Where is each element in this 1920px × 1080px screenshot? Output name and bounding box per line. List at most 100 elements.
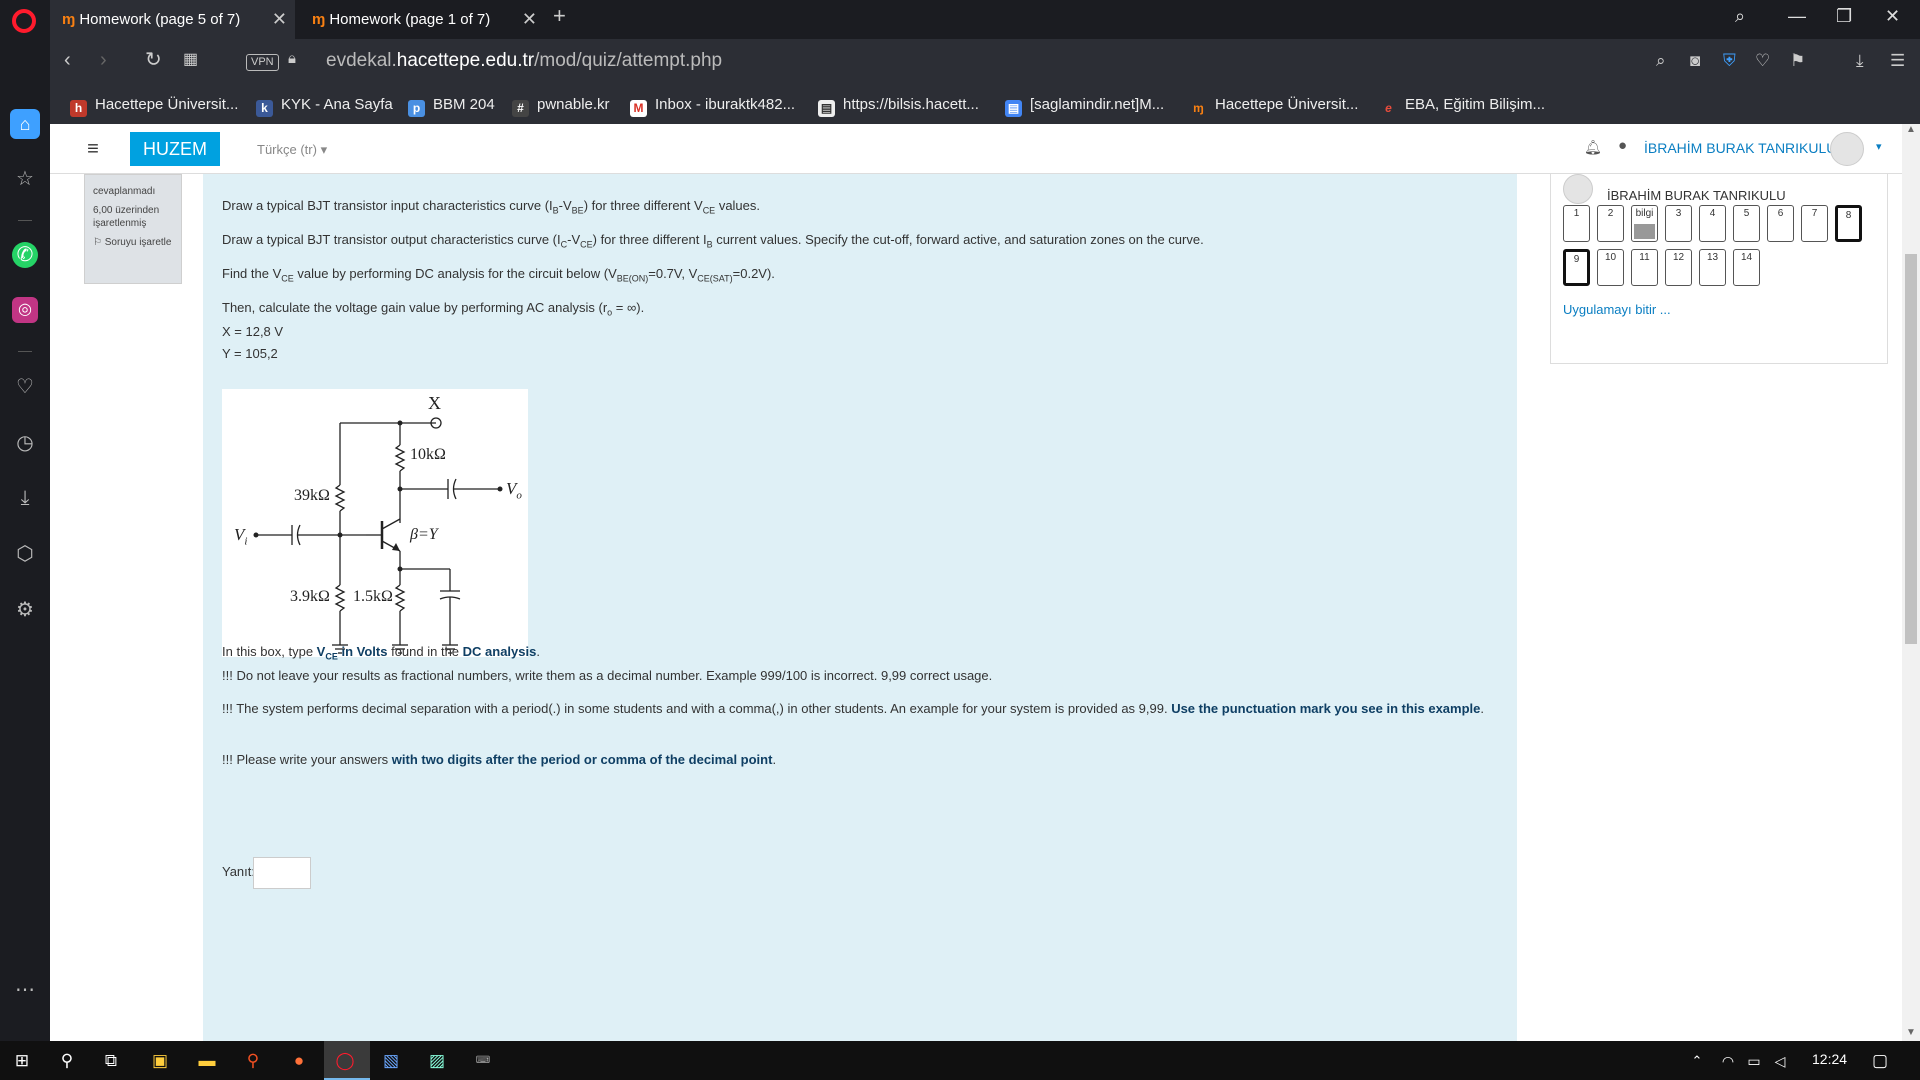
forward-icon[interactable]: ›: [100, 49, 107, 72]
avatar[interactable]: [1830, 132, 1864, 166]
bookmark-hacettepe[interactable]: h Hacettepe Üniversit...: [70, 85, 238, 124]
page-scrollbar[interactable]: ▲ ▼: [1902, 124, 1920, 1041]
whatsapp-icon[interactable]: ✆: [12, 242, 38, 268]
bookmark-label: BBM 204: [433, 96, 495, 113]
volume-icon[interactable]: ◁: [1768, 1049, 1792, 1073]
adblock-shield-icon[interactable]: ⛨: [1723, 51, 1736, 71]
question-button-12[interactable]: 12: [1665, 249, 1692, 286]
history-clock-icon[interactable]: ◷: [12, 430, 38, 456]
url-field[interactable]: evdekal.hacettepe.edu.tr/mod/quiz/attemp…: [326, 50, 722, 72]
store-icon[interactable]: ▣: [148, 1049, 172, 1073]
wifi-icon[interactable]: ◠: [1716, 1049, 1740, 1073]
web-page: ≡ HUZEM Türkçe (tr) ▾ 🔔︎ ● İBRAHİM BURAK…: [50, 124, 1920, 1041]
question-button-14[interactable]: 14: [1733, 249, 1760, 286]
back-icon[interactable]: ‹: [64, 49, 71, 72]
opera-taskbar-icon[interactable]: ◯: [333, 1049, 357, 1073]
minimize-icon[interactable]: —: [1788, 6, 1806, 27]
battery-icon[interactable]: ▭: [1742, 1049, 1766, 1073]
question-line-2: Draw a typical BJT transistor output cha…: [222, 232, 1204, 250]
restore-icon[interactable]: ❐: [1836, 6, 1852, 27]
url-path: /mod/quiz/attempt.php: [534, 50, 723, 71]
instagram-icon[interactable]: ◎: [12, 297, 38, 323]
bookmark-pwnable[interactable]: # pwnable.kr: [512, 85, 610, 124]
visual-studio-icon[interactable]: ▧: [379, 1049, 403, 1073]
tab-label: Homework (page 5 of 7): [79, 11, 241, 28]
finish-attempt-link[interactable]: Uygulamayı bitir ...: [1563, 302, 1671, 317]
more-dots-icon[interactable]: ⋯: [12, 977, 38, 1003]
easy-setup-icon[interactable]: ☰: [1890, 51, 1905, 71]
bookmark-bbm204[interactable]: p BBM 204: [408, 85, 495, 124]
bookmark-hacettepe-moodle[interactable]: ɱ Hacettepe Üniversit...: [1190, 85, 1358, 124]
new-tab-icon[interactable]: +: [553, 3, 566, 29]
bookmark-kyk[interactable]: k KYK - Ana Sayfa: [256, 85, 393, 124]
search-icon[interactable]: ⚲: [55, 1049, 79, 1073]
bookmark-inbox[interactable]: M Inbox - iburaktk482...: [630, 85, 795, 124]
close-window-icon[interactable]: ✕: [1885, 6, 1900, 27]
bookmarks-star-icon[interactable]: ☆: [12, 166, 38, 192]
clock[interactable]: 12:24: [1812, 1051, 1847, 1067]
tray-chevron-icon[interactable]: ⌃: [1685, 1049, 1709, 1073]
scrollbar-thumb[interactable]: [1905, 254, 1917, 644]
close-tab-icon[interactable]: ✕: [522, 0, 537, 39]
language-selector[interactable]: Türkçe (tr) ▾: [257, 142, 327, 158]
flow-flag-icon[interactable]: ⚑: [1790, 51, 1805, 71]
question-button-11[interactable]: 11: [1631, 249, 1658, 286]
search-tabs-icon[interactable]: ⌕: [1735, 6, 1745, 27]
question-button-4[interactable]: 4: [1699, 205, 1726, 242]
close-tab-icon[interactable]: ✕: [272, 0, 287, 39]
brand-logo[interactable]: HUZEM: [130, 132, 220, 166]
bookmark-label: Hacettepe Üniversit...: [95, 96, 239, 113]
answer-label: Yanıt:: [222, 864, 256, 879]
bookmark-saglamindir[interactable]: ▤ [saglamindir.net]M...: [1005, 85, 1164, 124]
url-domain: hacettepe.edu.tr: [396, 50, 535, 71]
search-app-icon[interactable]: ⚲: [241, 1049, 265, 1073]
photos-icon[interactable]: ▨: [425, 1049, 449, 1073]
question-button-9[interactable]: 9: [1563, 249, 1590, 286]
settings-gear-icon[interactable]: ⚙: [12, 597, 38, 623]
question-button-6[interactable]: 6: [1767, 205, 1794, 242]
notifications-icon[interactable]: ▢: [1868, 1049, 1892, 1073]
question-button-8[interactable]: 8: [1835, 205, 1862, 242]
scroll-down-icon[interactable]: ▼: [1906, 1027, 1916, 1038]
notifications-bell-icon[interactable]: 🔔︎: [1584, 139, 1602, 156]
question-button-3[interactable]: 3: [1665, 205, 1692, 242]
opera-logo-icon[interactable]: [12, 9, 36, 33]
answer-input[interactable]: [253, 857, 311, 889]
caret-down-icon[interactable]: ▾: [1876, 140, 1882, 153]
reload-icon[interactable]: ↻: [145, 47, 162, 72]
keyboard-icon[interactable]: ⌨: [471, 1049, 495, 1073]
scroll-up-icon[interactable]: ▲: [1906, 124, 1916, 135]
task-view-icon[interactable]: ⧉: [99, 1049, 123, 1073]
firefox-icon[interactable]: ●: [287, 1049, 311, 1073]
lock-icon[interactable]: 🔒︎: [288, 50, 296, 67]
question-button-7[interactable]: 7: [1801, 205, 1828, 242]
question-button-2[interactable]: 2: [1597, 205, 1624, 242]
question-button-bilgi[interactable]: bilgi: [1631, 205, 1658, 242]
question-button-5[interactable]: 5: [1733, 205, 1760, 242]
snapshot-camera-icon[interactable]: ◙: [1690, 51, 1700, 71]
add-to-bookmarks-heart-icon[interactable]: ♡: [1755, 51, 1770, 71]
menu-hamburger-icon[interactable]: ≡: [78, 136, 108, 162]
tiles-icon[interactable]: ▦: [183, 49, 198, 69]
tab-homework-page-5[interactable]: ɱ Homework (page 5 of 7) ✕: [50, 0, 295, 39]
windows-start-icon[interactable]: ⊞: [10, 1049, 34, 1073]
downloads-icon[interactable]: ⤓: [12, 485, 38, 511]
x-value: X = 12,8 V: [222, 324, 284, 339]
search-page-icon[interactable]: ⌕: [1656, 51, 1666, 71]
tab-homework-page-1[interactable]: ɱ Homework (page 1 of 7) ✕: [300, 0, 545, 39]
messages-bubble-icon[interactable]: ●: [1618, 137, 1627, 154]
flag-question-link[interactable]: ⚐ Soruyu işaretle: [93, 236, 173, 249]
bookmark-eba[interactable]: e EBA, Eğitim Bilişim...: [1380, 85, 1545, 124]
user-menu-name[interactable]: İBRAHİM BURAK TANRIKULU: [1644, 140, 1836, 156]
file-explorer-icon[interactable]: ▬: [195, 1049, 219, 1073]
question-button-10[interactable]: 10: [1597, 249, 1624, 286]
question-button-13[interactable]: 13: [1699, 249, 1726, 286]
downloads-bar-icon[interactable]: ⤓: [1856, 51, 1864, 71]
speed-dial-icon[interactable]: ⌂: [10, 109, 40, 139]
vpn-badge[interactable]: VPN: [246, 54, 279, 71]
question-content: Draw a typical BJT transistor input char…: [203, 174, 1517, 1041]
question-button-1[interactable]: 1: [1563, 205, 1590, 242]
heart-icon[interactable]: ♡: [12, 374, 38, 400]
extensions-cube-icon[interactable]: ⬡: [12, 541, 38, 567]
bookmark-bilsis[interactable]: ▤ https://bilsis.hacett...: [818, 85, 979, 124]
